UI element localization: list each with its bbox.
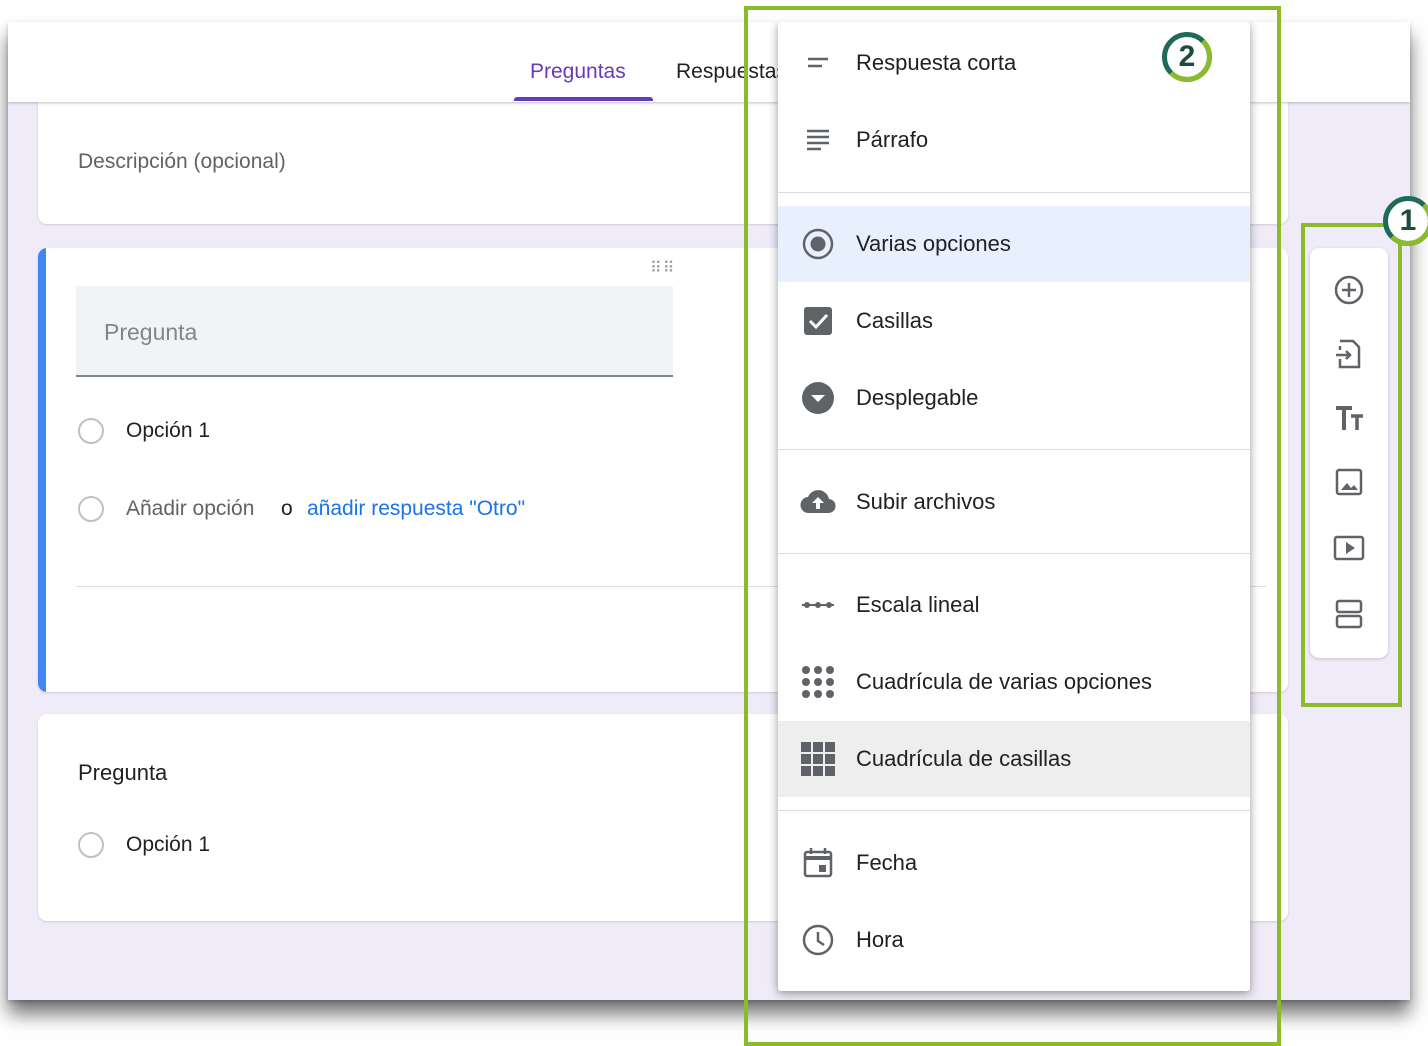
add-option-link[interactable]: Añadir opción [126,497,254,521]
step-2-number: 2 [1178,40,1196,73]
question-title-placeholder: Pregunta [104,319,198,345]
active-card-indicator [38,248,46,692]
radio-icon [78,418,104,444]
or-text: o [281,497,293,520]
active-tab-indicator [514,97,653,101]
description-field[interactable]: Descripción (opcional) [78,150,286,174]
add-other-link[interactable]: añadir respuesta "Otro" [307,497,525,521]
menu-highlight-box [744,6,1281,1046]
step-1-badge: 1 [1383,196,1428,246]
toolbar-highlight-box [1301,223,1402,707]
question-title: Pregunta [78,760,168,785]
drag-handle-icon[interactable]: ⠿⠿ [650,258,675,278]
option-1-label: Opción 1 [126,833,211,856]
radio-icon [78,832,104,858]
step-1-number: 1 [1399,204,1417,237]
option-1-label[interactable]: Opción 1 [126,419,210,443]
step-2-badge: 2 [1162,32,1212,82]
question-title-input[interactable]: Pregunta [76,286,673,377]
radio-icon [78,496,104,522]
tab-preguntas[interactable]: Preguntas [530,60,626,84]
